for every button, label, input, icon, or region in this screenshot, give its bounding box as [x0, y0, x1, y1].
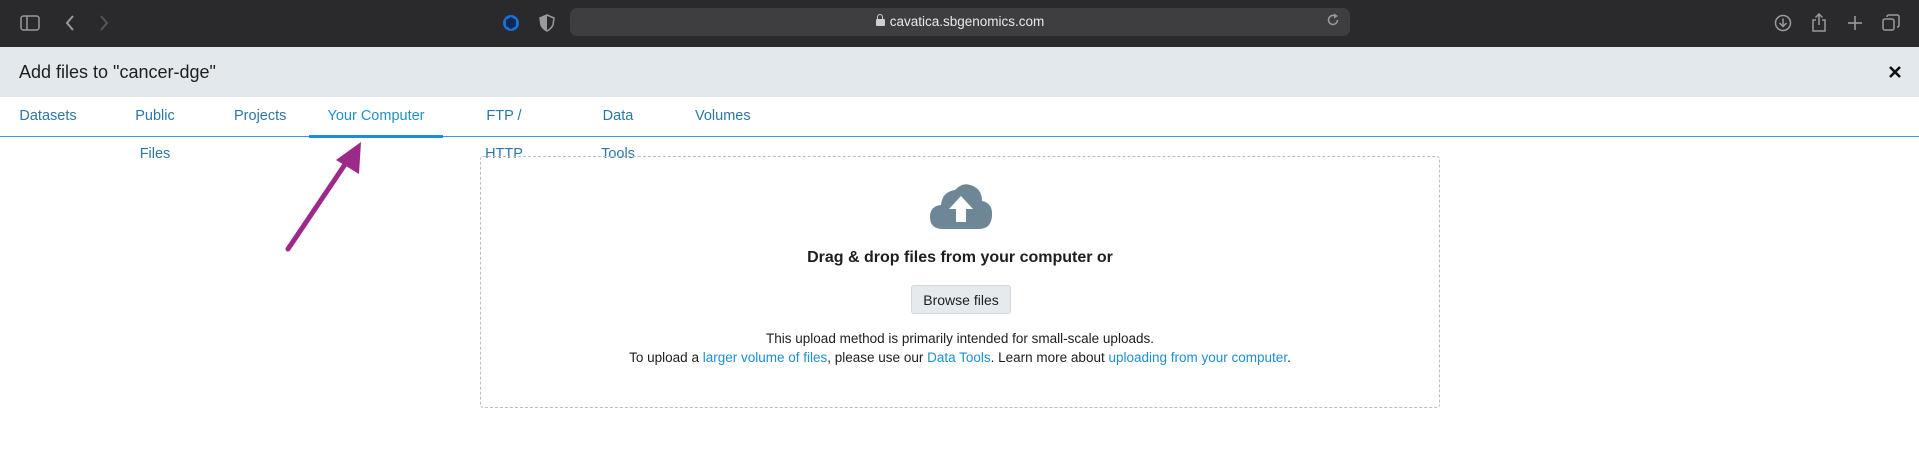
tab-overview-icon[interactable]: [1880, 12, 1902, 34]
address-bar[interactable]: cavatica.sbgenomics.com: [570, 8, 1350, 36]
url-label: cavatica.sbgenomics.com: [889, 14, 1045, 29]
larger-volume-link[interactable]: larger volume of files: [703, 350, 828, 365]
url-text: cavatica.sbgenomics.com: [570, 8, 1350, 36]
upload-dropzone[interactable]: Drag & drop files from your computer or …: [480, 156, 1440, 408]
tab-datasets[interactable]: Datasets: [19, 97, 77, 136]
tab-data-tools[interactable]: Data Tools: [585, 97, 651, 162]
cloud-upload-icon: [930, 184, 993, 229]
forward-icon[interactable]: [93, 12, 115, 34]
dropzone-heading: Drag & drop files from your computer or: [807, 249, 1113, 266]
dialog-header: Add files to "cancer-dge": [0, 47, 1919, 97]
downloads-icon[interactable]: [1772, 12, 1794, 34]
data-tools-link[interactable]: Data Tools: [927, 350, 991, 365]
dialog-title: Add files to "cancer-dge": [19, 62, 216, 82]
new-tab-icon[interactable]: [1844, 12, 1866, 34]
close-icon[interactable]: [1885, 62, 1905, 82]
annotation-arrow: [285, 142, 361, 252]
help-text-part: .: [1287, 350, 1291, 365]
upload-help-text: To upload a larger volume of files, plea…: [481, 350, 1439, 365]
browse-files-button[interactable]: Browse files: [911, 285, 1011, 314]
help-text-part: To upload a: [629, 350, 703, 365]
share-icon[interactable]: [1808, 12, 1830, 34]
tab-volumes[interactable]: Volumes: [695, 97, 751, 136]
reload-icon[interactable]: [1324, 13, 1342, 31]
back-icon[interactable]: [59, 12, 81, 34]
tab-ftp-http[interactable]: FTP / HTTP: [466, 97, 542, 162]
help-text-part: , please use our: [827, 350, 928, 365]
upload-note: This upload method is primarily intended…: [766, 331, 1154, 346]
extension-icon[interactable]: [500, 12, 522, 34]
help-text-part: . Learn more about: [990, 350, 1109, 365]
privacy-shield-icon[interactable]: [536, 12, 558, 34]
tab-public-files[interactable]: Public Files: [118, 97, 192, 162]
sidebar-icon[interactable]: [19, 12, 41, 34]
lock-icon: [875, 14, 885, 26]
uploading-docs-link[interactable]: uploading from your computer: [1108, 350, 1287, 365]
browser-toolbar: cavatica.sbgenomics.com: [0, 0, 1919, 47]
